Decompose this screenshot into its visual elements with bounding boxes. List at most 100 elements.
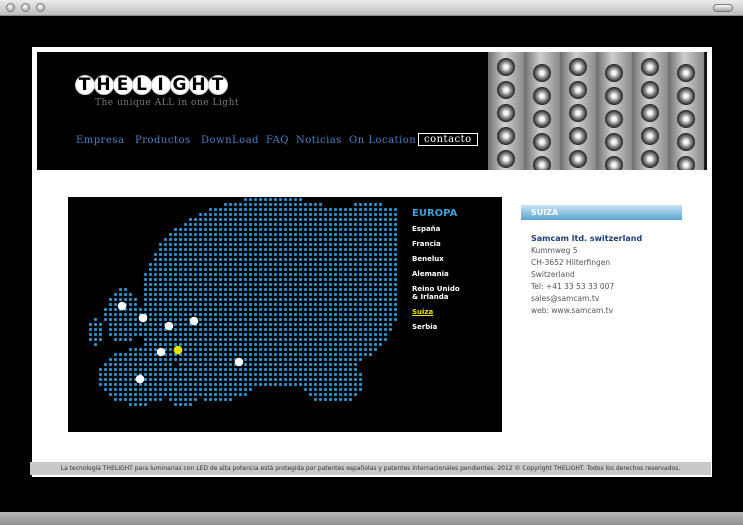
map-dot [253, 287, 258, 292]
fixture-column [632, 52, 669, 170]
map-dot [193, 357, 198, 362]
map-dot [333, 332, 338, 337]
country-link-espana[interactable]: España [412, 225, 492, 233]
map-dot [353, 252, 358, 257]
map-dot [123, 357, 128, 362]
location-marker[interactable] [135, 374, 145, 384]
map-dot [143, 282, 148, 287]
map-dot [253, 312, 258, 317]
nav-faq[interactable]: FAQ [266, 135, 289, 146]
map-dot [303, 242, 308, 247]
country-link-benelux[interactable]: Benelux [412, 255, 492, 263]
country-link-suiza[interactable]: Suiza [412, 308, 492, 316]
map-dot [198, 337, 203, 342]
map-dot [388, 217, 393, 222]
map-dot [163, 247, 168, 252]
map-dot [183, 332, 188, 337]
toolbar-toggle-button[interactable] [713, 4, 733, 12]
map-dot [143, 382, 148, 387]
map-dot [373, 262, 378, 267]
close-window-icon[interactable] [6, 3, 15, 12]
map-dot [363, 212, 368, 217]
email-link[interactable]: sales@samcam.tv [531, 294, 682, 303]
map-dot [118, 287, 123, 292]
map-dot [348, 232, 353, 237]
minimize-window-icon[interactable] [21, 3, 30, 12]
nav-on-location[interactable]: On Location [349, 135, 416, 146]
map-dot [348, 262, 353, 267]
map-dot [293, 232, 298, 237]
map-dot [393, 232, 398, 237]
location-marker[interactable] [117, 301, 127, 311]
map-dot [263, 227, 268, 232]
map-dot [383, 247, 388, 252]
map-dot [248, 287, 253, 292]
map-dot [333, 377, 338, 382]
map-dot [353, 352, 358, 357]
map-dot [158, 377, 163, 382]
map-dot [208, 322, 213, 327]
map-dot [313, 257, 318, 262]
map-dot [363, 252, 368, 257]
map-dot [308, 217, 313, 222]
location-marker[interactable] [164, 321, 174, 331]
country-link-alemania[interactable]: Alemania [412, 270, 492, 278]
nav-download[interactable]: DownLoad [201, 135, 259, 146]
map-dot [258, 262, 263, 267]
map-dot [128, 382, 133, 387]
map-dot [288, 362, 293, 367]
map-dot [278, 222, 283, 227]
map-dot [268, 207, 273, 212]
map-dot [228, 397, 233, 402]
map-dot [298, 252, 303, 257]
location-marker[interactable] [234, 357, 244, 367]
map-dot [173, 247, 178, 252]
map-dot [158, 337, 163, 342]
map-dot [188, 262, 193, 267]
map-dot [323, 222, 328, 227]
map-dot [138, 387, 143, 392]
nav-productos[interactable]: Productos [135, 135, 191, 146]
map-dot [208, 222, 213, 227]
map-dot [213, 372, 218, 377]
map-dot [298, 332, 303, 337]
country-link-reino-unido[interactable]: Reino Unido & Irlanda [412, 285, 460, 301]
location-marker-selected[interactable] [173, 345, 183, 355]
map-dot [223, 272, 228, 277]
country-link-serbia[interactable]: Serbia [412, 323, 492, 331]
map-dot [313, 232, 318, 237]
map-dot [363, 217, 368, 222]
zoom-window-icon[interactable] [36, 3, 45, 12]
map-dot [318, 292, 323, 297]
map-dot [238, 372, 243, 377]
map-dot [273, 202, 278, 207]
map-dot [298, 372, 303, 377]
thelight-logo[interactable]: THELIGHT [75, 75, 228, 95]
nav-contacto[interactable]: contacto [418, 133, 478, 146]
map-dot [323, 237, 328, 242]
map-dot [203, 342, 208, 347]
nav-empresa[interactable]: Empresa [76, 135, 124, 146]
map-dot [273, 267, 278, 272]
country-link-francia[interactable]: Francia [412, 240, 492, 248]
map-dot [373, 282, 378, 287]
map-dot [113, 382, 118, 387]
web-link[interactable]: web: www.samcam.tv [531, 306, 682, 315]
map-dot [368, 337, 373, 342]
map-dot [338, 362, 343, 367]
map-dot [343, 352, 348, 357]
map-dot [268, 372, 273, 377]
location-marker[interactable] [138, 313, 148, 323]
map-dot [173, 327, 178, 332]
map-dot [218, 307, 223, 312]
location-marker[interactable] [189, 316, 199, 326]
location-marker[interactable] [156, 347, 166, 357]
map-dot [278, 232, 283, 237]
map-dot [208, 212, 213, 217]
map-dot [363, 312, 368, 317]
nav-noticias[interactable]: Noticias [296, 135, 342, 146]
map-dot [298, 337, 303, 342]
map-dot [323, 362, 328, 367]
fixture-column [488, 52, 525, 170]
map-dot [198, 242, 203, 247]
